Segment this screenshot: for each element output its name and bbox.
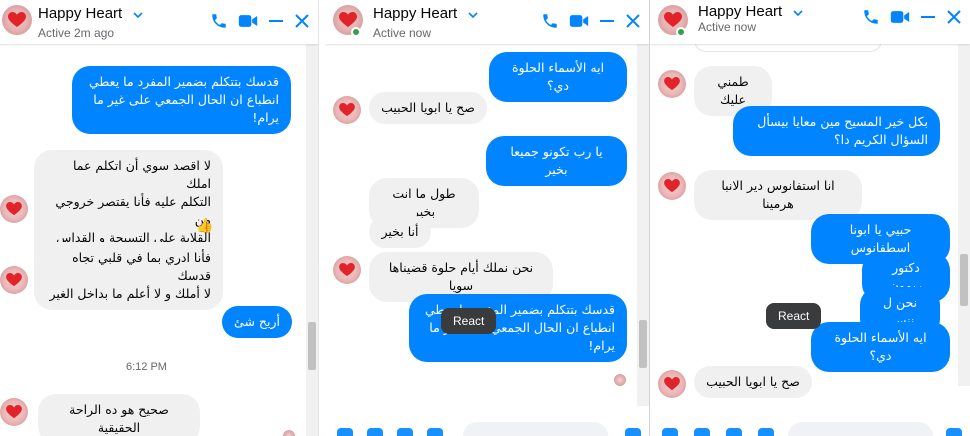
message-input[interactable] — [463, 422, 608, 436]
react-tooltip: React — [441, 308, 497, 334]
contact-avatar-small[interactable] — [658, 70, 686, 98]
camera-icon[interactable] — [694, 428, 710, 436]
online-status-dot — [351, 27, 361, 37]
contact-avatar-small[interactable] — [658, 370, 686, 398]
contact-name[interactable]: Happy Heart — [698, 3, 782, 20]
react-tooltip: React — [766, 303, 822, 329]
video-call-icon[interactable] — [569, 13, 589, 29]
image-icon[interactable] — [397, 428, 413, 436]
contact-status: Active now — [373, 26, 432, 40]
message-incoming[interactable]: أنا بخير — [369, 216, 431, 248]
video-call-icon[interactable] — [238, 13, 258, 29]
contact-avatar-small[interactable] — [333, 96, 361, 124]
minimize-icon[interactable] — [268, 13, 284, 29]
reaction-thumbs-up-icon[interactable]: 👍 — [196, 218, 213, 234]
message-incoming[interactable]: صح يا ابويا الحبيب — [694, 366, 812, 398]
contact-status: Active now — [698, 20, 757, 34]
message-outgoing[interactable]: ايه الأسماء الحلوة دي؟ — [489, 52, 627, 102]
chat-window-2: Happy Heart Active now ايه الأسماء الحلو… — [325, 0, 650, 436]
camera-icon[interactable] — [367, 428, 383, 436]
contact-avatar[interactable] — [2, 5, 32, 35]
contact-name[interactable]: Happy Heart — [373, 5, 457, 22]
message-input[interactable] — [788, 422, 933, 436]
scrollbar-thumb[interactable] — [308, 322, 316, 370]
message-outgoing[interactable]: أريح شئ — [222, 306, 292, 338]
scrollbar-track[interactable] — [306, 44, 318, 436]
contact-avatar-small[interactable] — [0, 266, 28, 294]
more-actions-icon[interactable] — [662, 428, 678, 436]
online-status-dot — [676, 27, 686, 37]
chevron-down-icon[interactable] — [133, 12, 143, 18]
seen-indicator — [283, 430, 295, 436]
contact-status: Active 2m ago — [38, 26, 115, 40]
like-icon[interactable] — [946, 428, 962, 436]
close-icon[interactable] — [946, 9, 962, 25]
minimize-icon[interactable] — [599, 13, 615, 29]
contact-avatar-small[interactable] — [0, 398, 28, 426]
video-call-icon[interactable] — [890, 9, 910, 25]
close-icon[interactable] — [294, 13, 310, 29]
message-outgoing[interactable]: ايه الأسماء الحلوة دي؟ — [811, 322, 950, 372]
minimize-icon[interactable] — [920, 9, 936, 25]
like-icon[interactable] — [625, 428, 641, 436]
phone-icon[interactable] — [210, 12, 228, 30]
chat-header: Happy Heart Active 2m ago — [0, 0, 318, 44]
message-incoming[interactable]: صح يا ابويا الحبيب — [369, 92, 487, 124]
more-actions-icon[interactable] — [337, 428, 353, 436]
scrollbar-track[interactable] — [958, 40, 970, 386]
seen-indicator — [614, 374, 626, 386]
contact-avatar-small[interactable] — [658, 172, 686, 200]
close-icon[interactable] — [625, 13, 641, 29]
chat-header: Happy Heart Active now — [650, 0, 970, 44]
chat-window-3: Happy Heart Active now طمني عليك بكل خير… — [650, 0, 970, 436]
message-incoming[interactable]: فأنا ادري بما في قلبي تجاه قدسك لا أملك … — [34, 242, 223, 310]
message-incoming[interactable]: انا استفانوس دير الانبا هرمينا — [694, 170, 862, 220]
contact-avatar-small[interactable] — [333, 256, 361, 284]
contact-avatar-small[interactable] — [0, 195, 28, 223]
scrollbar-thumb[interactable] — [960, 254, 968, 306]
message-timestamp: 6:12 PM — [126, 361, 167, 373]
chat-header: Happy Heart Active now — [325, 0, 649, 44]
message-outgoing[interactable]: يا رب تكونو جميعا بخير — [486, 136, 627, 186]
chat-window-1: Happy Heart Active 2m ago قدسك بتتكلم بض… — [0, 0, 319, 436]
message-incoming[interactable]: صحيح هو ده الراحة الحقيقية — [38, 394, 200, 436]
contact-name[interactable]: Happy Heart — [38, 5, 122, 22]
chevron-down-icon[interactable] — [793, 10, 803, 16]
message-outgoing[interactable]: بكل خير المسيح مين معايا بيسأل السؤال ال… — [733, 106, 940, 156]
image-icon[interactable] — [726, 428, 742, 436]
message-outgoing[interactable]: قدسك بتتكلم بضمير المفرد ما يعطي انطباع … — [72, 66, 291, 134]
scrollbar-thumb[interactable] — [639, 320, 647, 368]
gif-icon[interactable] — [758, 428, 774, 436]
chevron-down-icon[interactable] — [468, 12, 478, 18]
phone-icon[interactable] — [541, 12, 559, 30]
gif-icon[interactable] — [427, 428, 443, 436]
phone-icon[interactable] — [862, 8, 880, 26]
